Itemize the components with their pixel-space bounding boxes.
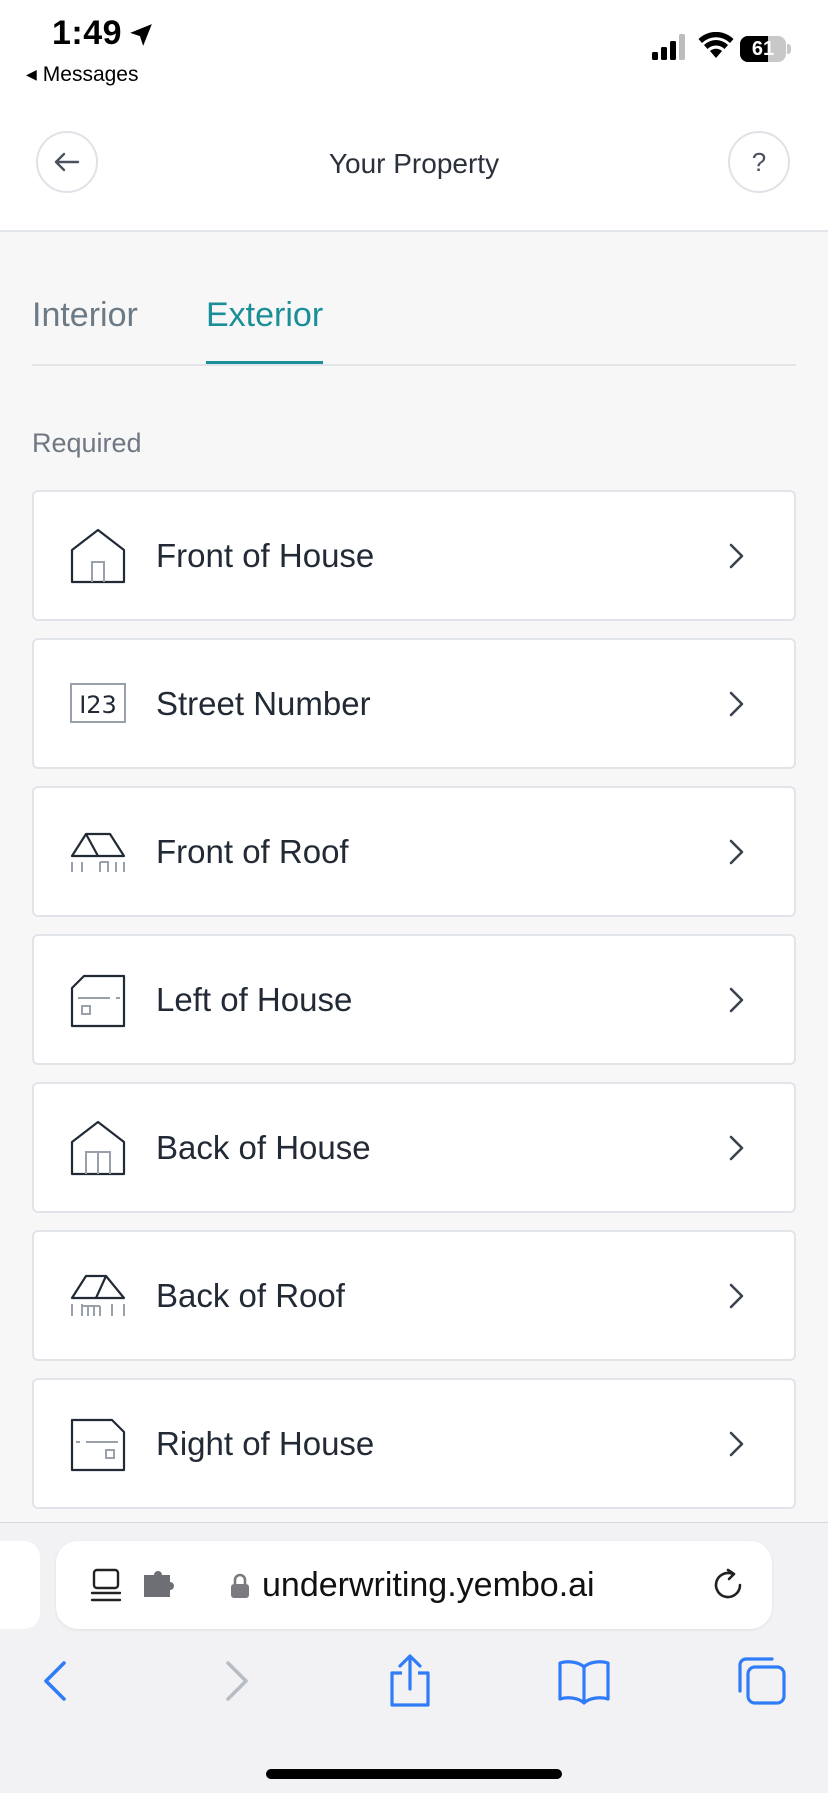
chevron-right-icon [729,543,744,569]
page-title: Your Property [328,148,500,179]
browser-chrome: underwriting.yembo.ai [0,1522,828,1793]
status-bar: 1:49 ◀ Messages 61 [0,0,828,100]
main-content: Interior Exterior Required Front of Hous… [0,232,828,1522]
chevron-right-icon [729,1283,744,1309]
cellular-signal-icon [652,34,685,60]
help-button[interactable]: ? [728,131,790,193]
tab-exterior[interactable]: Exterior [206,296,324,364]
item-label: Front of House [156,537,375,574]
location-arrow-icon [130,24,152,46]
list-item-back-of-roof[interactable]: Back of Roof [32,1230,796,1361]
reload-icon[interactable] [710,1567,746,1603]
list-item-left-of-house[interactable]: Left of House [32,934,796,1065]
roof-back-icon [70,1274,126,1316]
back-triangle-icon: ◀ [26,66,37,82]
list-item-back-of-house[interactable]: Back of House [32,1082,796,1213]
app-header: Your Property ? [0,100,828,232]
battery-percentage: 61 [751,38,775,60]
previous-tab-preview[interactable] [0,1541,40,1629]
list-item-right-of-house[interactable]: Right of House [32,1378,796,1509]
item-label: Left of House [156,981,353,1018]
list-item-front-of-house[interactable]: Front of House [32,490,796,621]
wifi-icon [698,32,734,58]
back-app-label: Messages [42,63,139,86]
forward-arrow-icon[interactable] [208,1653,264,1709]
home-indicator [266,1769,562,1779]
tabs-icon[interactable] [734,1653,790,1709]
chevron-right-icon [729,839,744,865]
chevron-right-icon [729,987,744,1013]
house-back-icon [70,1120,126,1176]
share-icon[interactable] [382,1653,438,1709]
back-arrow-icon[interactable] [30,1653,86,1709]
item-label: Back of Roof [156,1277,345,1314]
house-right-icon [70,1418,126,1472]
help-icon: ? [751,147,767,177]
url-text: underwriting.yembo.ai [262,1566,595,1604]
item-label: Front of Roof [156,833,349,870]
house-left-icon [70,974,126,1028]
back-to-app-link[interactable]: ◀ Messages [26,63,139,87]
page-menu-icon[interactable] [90,1567,122,1603]
battery-indicator: 61 [740,36,792,62]
list-item-front-of-roof[interactable]: Front of Roof [32,786,796,917]
status-time: 1:49 [52,14,123,52]
extension-icon[interactable] [142,1571,176,1599]
roof-front-icon [70,832,126,872]
item-label: Back of House [156,1129,371,1166]
bookmarks-icon[interactable] [556,1653,612,1709]
tab-interior[interactable]: Interior [32,296,138,362]
lock-icon [231,1573,249,1598]
section-label-required: Required [32,428,142,458]
chevron-right-icon [729,691,744,717]
street-number-icon-text: I23 [79,691,117,719]
street-number-icon: I23 [70,683,126,723]
item-label: Street Number [156,685,371,722]
list-item-street-number[interactable]: I23 Street Number [32,638,796,769]
item-label: Right of House [156,1425,375,1462]
house-front-icon [70,528,126,584]
tab-bar: Interior Exterior [32,296,796,366]
chevron-right-icon [729,1135,744,1161]
chevron-right-icon [729,1431,744,1457]
address-bar[interactable]: underwriting.yembo.ai [56,1541,772,1629]
